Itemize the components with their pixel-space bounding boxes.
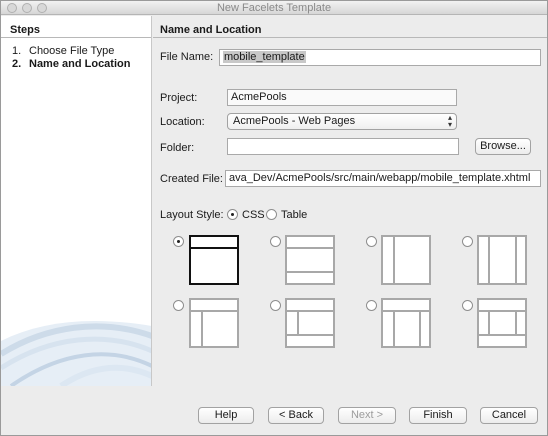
layout-divider [287, 334, 333, 336]
layout-radio-6[interactable] [270, 300, 281, 311]
location-select[interactable]: AcmePools - Web Pages ▴ ▾ [227, 113, 457, 130]
window-title: New Facelets Template [216, 2, 332, 14]
section-title: Name and Location [160, 24, 262, 36]
layout-option-header-two-columns[interactable] [381, 298, 431, 348]
layout-radio-7[interactable] [366, 300, 377, 311]
steps-title: Steps [10, 24, 40, 36]
layout-divider [515, 237, 517, 283]
layout-option-two-sidebars[interactable] [477, 235, 527, 285]
layout-divider [393, 310, 395, 346]
select-arrows-icon: ▴ ▾ [447, 113, 452, 129]
layout-radio-3[interactable] [366, 236, 377, 247]
layout-radio-4[interactable] [462, 236, 473, 247]
table-option-label: Table [281, 209, 308, 221]
next-button[interactable]: Next > [338, 407, 396, 424]
table-radio[interactable] [266, 209, 277, 220]
file-name-input[interactable]: mobile_template [219, 49, 541, 66]
finish-button[interactable]: Finish [409, 407, 467, 424]
folder-label: Folder: [160, 142, 195, 154]
location-label: Location: [160, 116, 205, 128]
layout-radio-2[interactable] [270, 236, 281, 247]
layout-option-header-content[interactable] [189, 235, 239, 285]
layout-option-left-sidebar[interactable] [381, 235, 431, 285]
layout-divider [479, 334, 525, 336]
layout-divider [201, 310, 203, 346]
browse-button[interactable]: Browse... [475, 138, 531, 155]
layout-option-full-grid[interactable] [477, 298, 527, 348]
created-file-field: ava_Dev/AcmePools/src/main/webapp/mobile… [225, 170, 541, 187]
file-name-value: mobile_template [223, 51, 306, 63]
layout-divider [287, 247, 333, 249]
step-label: Choose File Type [29, 45, 115, 57]
layout-radio-5[interactable] [173, 300, 184, 311]
css-option-label: CSS [242, 209, 265, 221]
layout-divider [419, 310, 421, 346]
project-label: Project: [160, 92, 198, 104]
file-name-label: File Name: [160, 51, 214, 63]
name-location-panel: Name and Location File Name: mobile_temp… [153, 16, 547, 386]
back-button[interactable]: < Back [268, 407, 324, 424]
layout-style-label: Layout Style: [160, 209, 224, 221]
section-divider [153, 37, 547, 38]
layout-radio-8[interactable] [462, 300, 473, 311]
layout-option-header-content-footer[interactable] [285, 235, 335, 285]
layout-divider [488, 237, 490, 283]
decorative-swoosh-graphic [1, 321, 151, 386]
layout-divider [287, 310, 333, 312]
button-bar: Help < Back Next > Finish Cancel [1, 387, 547, 435]
location-selected-value: AcmePools - Web Pages [233, 115, 356, 127]
step-number: 2. [12, 58, 22, 70]
project-field: AcmePools [227, 89, 457, 106]
step-label: Name and Location [29, 58, 131, 70]
steps-divider [1, 37, 151, 38]
layout-option-header-sidebar-footer[interactable] [285, 298, 335, 348]
layout-divider [393, 237, 395, 283]
steps-panel: Steps 1. Choose File Type 2. Name and Loca… [1, 16, 152, 386]
step-number: 1. [12, 45, 22, 57]
dialog-window: New Facelets Template Steps 1. Choose Fil… [0, 0, 548, 436]
layout-divider [515, 310, 517, 334]
layout-divider [488, 310, 490, 334]
css-radio[interactable] [227, 209, 238, 220]
layout-divider [479, 310, 525, 312]
layout-divider [383, 310, 429, 312]
layout-divider [297, 310, 299, 334]
layout-divider [191, 247, 237, 249]
layout-divider [287, 271, 333, 273]
step-name-and-location: 2. Name and Location [12, 58, 130, 70]
layout-divider [191, 310, 237, 312]
layout-radio-1[interactable] [173, 236, 184, 247]
help-button[interactable]: Help [198, 407, 254, 424]
layout-option-header-sidebar[interactable] [189, 298, 239, 348]
created-file-label: Created File: [160, 173, 223, 185]
folder-input[interactable] [227, 138, 459, 155]
title-bar[interactable]: New Facelets Template [1, 1, 547, 15]
cancel-button[interactable]: Cancel [480, 407, 538, 424]
step-choose-file-type: 1. Choose File Type [12, 45, 114, 57]
